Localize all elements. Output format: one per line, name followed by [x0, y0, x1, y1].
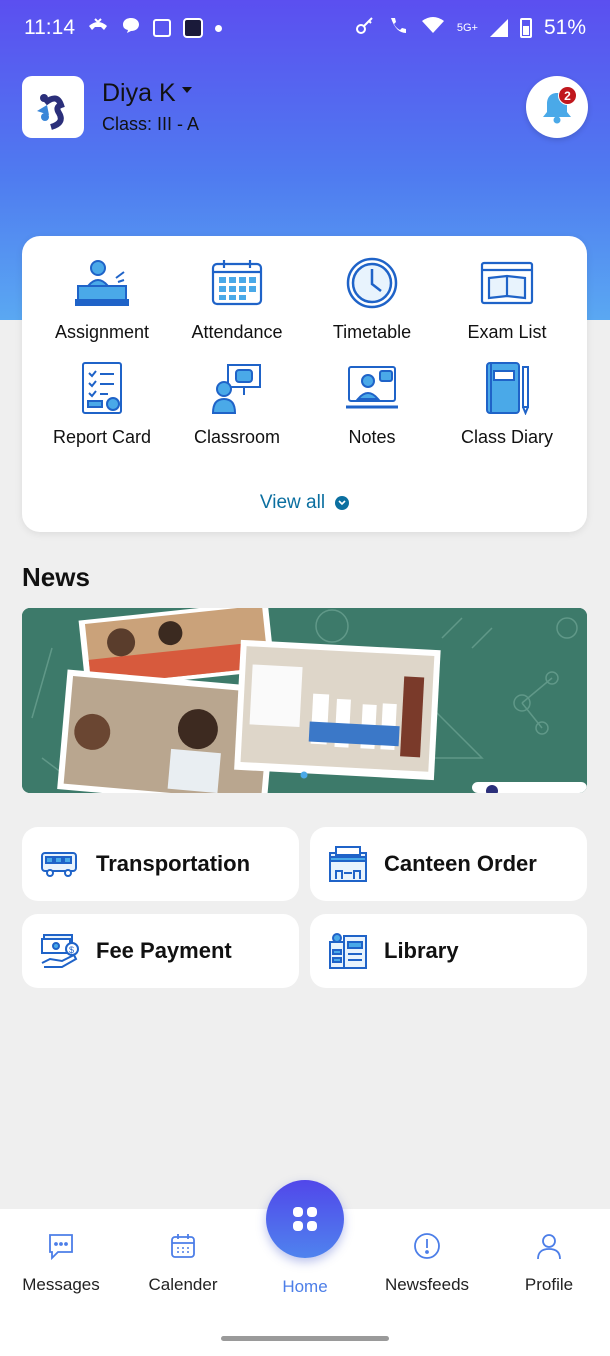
chevron-down-icon: [335, 496, 350, 510]
canteen-order-label: Canteen Order: [384, 851, 537, 876]
student-name: Diya K: [102, 79, 176, 107]
menu-label: Classroom: [193, 427, 281, 447]
battery-icon: [519, 18, 532, 38]
nav-calendar[interactable]: Calender: [122, 1231, 244, 1295]
home-fab-button[interactable]: [266, 1180, 344, 1258]
menu-label: Assignment: [54, 322, 150, 342]
library-icon: [329, 933, 367, 969]
view-all-label: View all: [259, 492, 326, 513]
user-icon: [537, 1234, 561, 1260]
nav-label: Newsfeeds: [384, 1275, 470, 1294]
nav-label: Profile: [524, 1275, 574, 1294]
transportation-tile[interactable]: Transportation: [22, 827, 299, 901]
canteen-icon: [329, 846, 367, 882]
notification-badge: 2: [558, 86, 577, 105]
more-notifications-icon: [215, 24, 222, 32]
nav-profile[interactable]: Profile: [488, 1231, 610, 1295]
book-icon: [478, 254, 536, 312]
svg-text:$: $: [69, 945, 74, 955]
canteen-order-tile[interactable]: Canteen Order: [310, 827, 587, 901]
screenshot-icon: [153, 19, 171, 37]
nav-messages[interactable]: Messages: [0, 1231, 122, 1295]
news-banner-image: [22, 608, 587, 793]
profile-header: Diya K Class: III - A: [22, 76, 199, 138]
student-class: Class: III - A: [102, 114, 200, 134]
diary-icon: [478, 359, 536, 417]
nav-label: Messages: [22, 1275, 100, 1294]
menu-label: Report Card: [52, 427, 152, 447]
feature-menu-card: Assignment Attendance Timetable Exam Lis…: [22, 236, 587, 532]
missed-call-icon: [87, 16, 109, 40]
calendar-icon: [171, 1234, 195, 1258]
menu-label: Exam List: [467, 322, 547, 342]
caret-down-icon: [181, 86, 192, 93]
battery-level: 51%: [543, 16, 586, 39]
calendar-icon: [208, 254, 266, 312]
menu-label: Notes: [348, 427, 396, 447]
menu-item-exam-list[interactable]: Exam List: [440, 254, 575, 359]
menu-item-classroom[interactable]: Classroom: [170, 359, 305, 464]
student-switcher[interactable]: Diya K: [102, 79, 199, 108]
payment-icon: $: [41, 934, 79, 968]
menu-item-assignment[interactable]: Assignment: [35, 254, 170, 359]
bus-icon: [41, 852, 77, 877]
notes-icon: [343, 359, 401, 417]
menu-item-timetable[interactable]: Timetable: [305, 254, 440, 359]
signal-icon: [489, 19, 508, 37]
report-card-icon: [73, 359, 131, 417]
wifi-icon: [421, 16, 445, 40]
news-banner[interactable]: [22, 608, 587, 793]
nav-home[interactable]: Home: [244, 1263, 366, 1297]
menu-item-report-card[interactable]: Report Card: [35, 359, 170, 464]
menu-label: Class Diary: [460, 427, 553, 447]
status-time: 11:14: [24, 16, 75, 39]
status-bar: 11:14 5G+ 51%: [0, 0, 610, 56]
library-label: Library: [384, 938, 459, 963]
fee-payment-label: Fee Payment: [96, 938, 232, 963]
menu-item-class-diary[interactable]: Class Diary: [440, 359, 575, 464]
chat-icon: [121, 16, 141, 40]
network-type: 5G+: [456, 22, 478, 34]
app-icon: [183, 18, 203, 38]
classroom-icon: [208, 359, 266, 417]
grid-icon: [293, 1207, 317, 1231]
menu-label: Attendance: [191, 322, 283, 342]
news-heading: News: [22, 562, 90, 592]
library-tile[interactable]: Library: [310, 914, 587, 988]
menu-item-attendance[interactable]: Attendance: [170, 254, 305, 359]
view-all-link[interactable]: View all: [22, 492, 587, 514]
wifi-calling-icon: [387, 15, 409, 41]
menu-item-notes[interactable]: Notes: [305, 359, 440, 464]
vpn-key-icon: [355, 15, 375, 41]
nav-newsfeeds[interactable]: Newsfeeds: [366, 1231, 488, 1295]
home-indicator[interactable]: [221, 1336, 389, 1341]
alert-circle-icon: [414, 1233, 440, 1259]
nav-label: Calender: [148, 1275, 218, 1294]
nav-label: Home: [282, 1277, 328, 1296]
fee-payment-tile[interactable]: $ Fee Payment: [22, 914, 299, 988]
assignment-icon: [73, 254, 131, 312]
message-icon: [49, 1234, 73, 1261]
transportation-label: Transportation: [96, 851, 251, 876]
notifications-button[interactable]: 2: [526, 76, 588, 138]
clock-icon: [343, 254, 401, 312]
school-logo: [22, 76, 84, 138]
menu-label: Timetable: [332, 322, 412, 342]
